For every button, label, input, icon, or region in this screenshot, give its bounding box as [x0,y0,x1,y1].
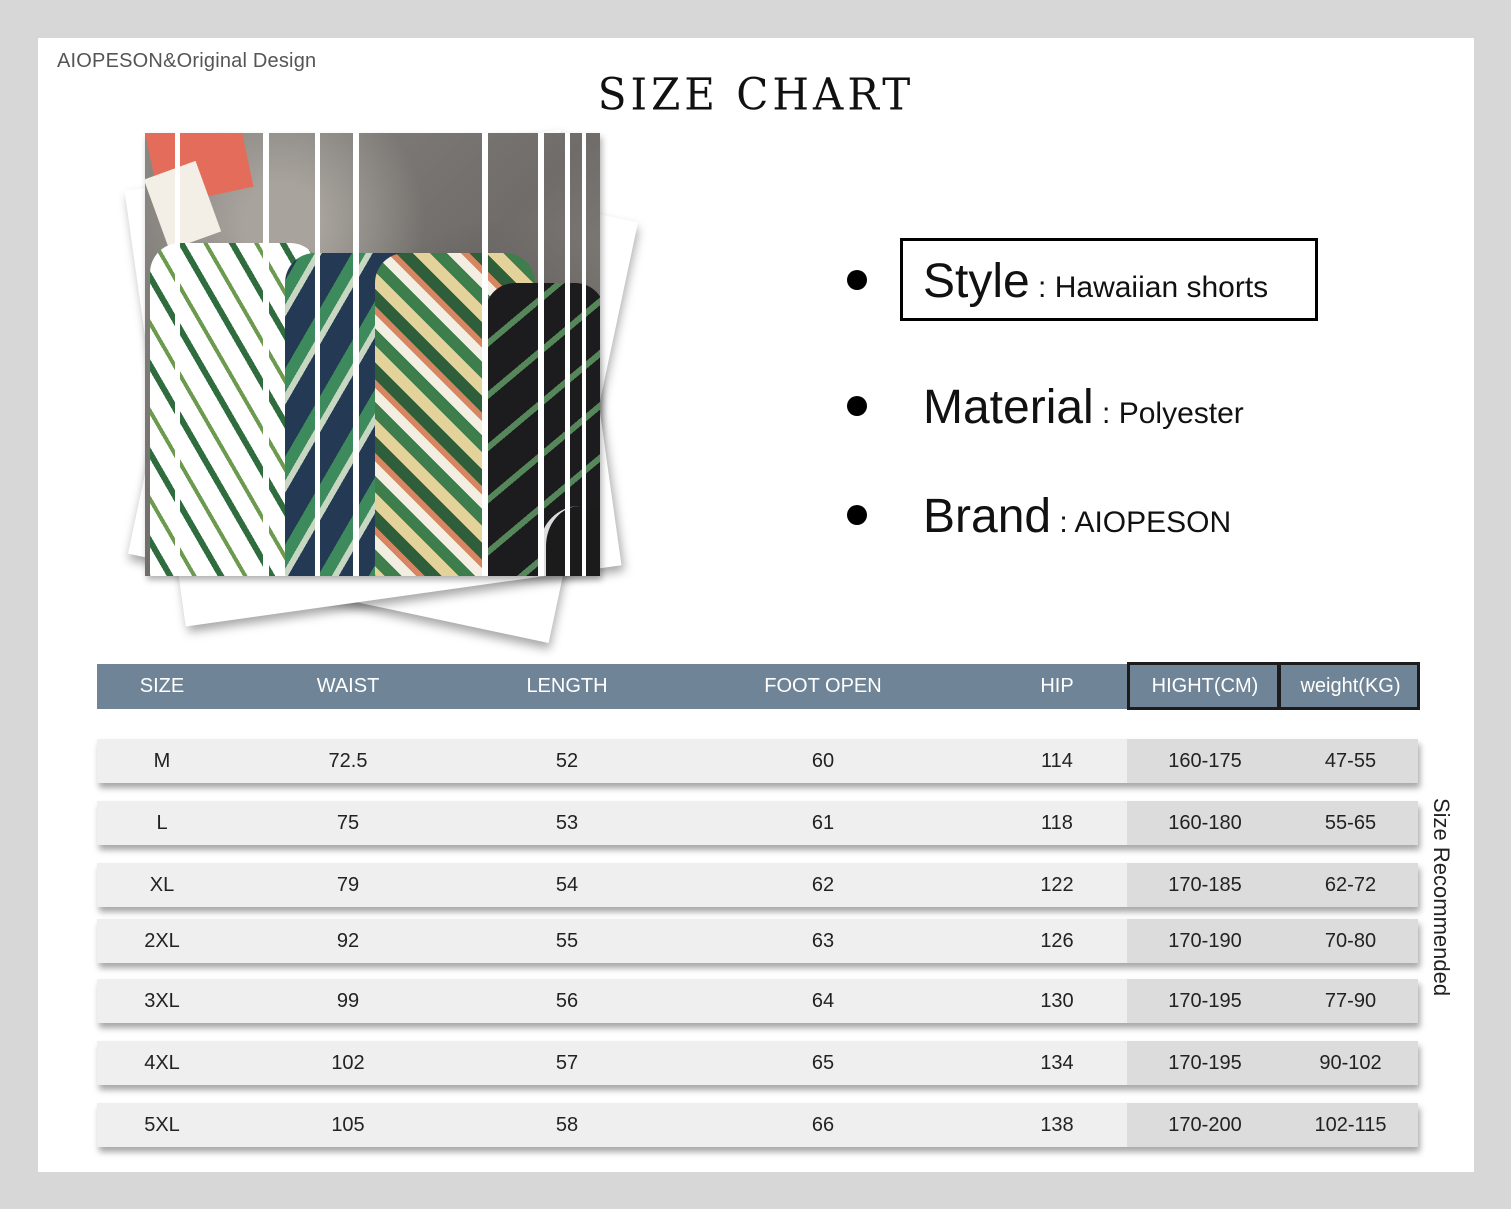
cell-foot-open: 62 [811,874,835,896]
spec-material-value: Polyester [1118,397,1244,430]
table-row: XL 79 54 62 122 170-185 62-72 [97,863,1418,907]
photo-stripe [482,133,488,576]
cell-length: 53 [555,812,579,834]
header-hip: HIP [1040,675,1074,697]
cell-hip: 122 [1040,874,1074,896]
cell-size: 2XL [144,930,180,952]
header-foot-open: FOOT OPEN [764,675,882,697]
cell-foot-open: 61 [811,812,835,834]
spec-brand-sep: : [1051,506,1075,539]
cell-hight: 160-180 [1168,812,1242,834]
cell-weight: 55-65 [1324,812,1377,834]
cell-hight: 170-195 [1168,1052,1242,1074]
cell-waist: 75 [336,812,360,834]
cell-hip: 134 [1040,1052,1074,1074]
spec-material-sep: : [1093,397,1119,430]
spec-brand-label: Brand [923,490,1052,543]
table-row: 3XL 99 56 64 130 170-195 77-90 [97,979,1418,1023]
cell-weight: 62-72 [1324,874,1377,896]
cell-hip: 138 [1040,1114,1074,1136]
spec-style-sep: : [1029,271,1055,304]
photo-stripe [175,133,180,576]
spec-style-label: Style [923,255,1030,308]
table-row: L 75 53 61 118 160-180 55-65 [97,801,1418,845]
bullet-icon [847,270,867,290]
cell-waist: 105 [331,1114,365,1136]
cell-hip: 126 [1040,930,1074,952]
cell-length: 56 [555,990,579,1012]
product-photo [145,133,600,576]
cell-foot-open: 64 [811,990,835,1012]
cell-waist: 102 [331,1052,365,1074]
cell-weight: 47-55 [1324,750,1377,772]
cell-hip: 114 [1041,750,1073,772]
cell-foot-open: 63 [811,930,835,952]
cell-size: 3XL [144,990,180,1012]
cell-weight: 70-80 [1324,930,1377,952]
spec-material-label: Material [923,381,1094,434]
cell-size: M [153,750,171,772]
cell-foot-open: 65 [811,1052,835,1074]
cell-length: 55 [555,930,579,952]
photo-stripe [538,133,544,576]
cell-length: 58 [555,1114,579,1136]
bullet-icon [847,396,867,416]
cell-foot-open: 66 [811,1114,835,1136]
product-photo-collage [98,129,658,653]
photo-stripe [315,133,320,576]
table-row: 5XL 105 58 66 138 170-200 102-115 [97,1103,1418,1147]
header-hight: HIGHT(CM) [1151,675,1259,697]
cell-foot-open: 60 [811,750,835,772]
spec-brand-value: AIOPESON [1074,506,1232,539]
table-row: M 72.5 52 60 114 160-175 47-55 [97,739,1418,783]
cell-length: 52 [555,750,579,772]
photo-stripe [582,133,586,576]
cell-length: 57 [555,1052,579,1074]
cell-size: XL [149,874,175,896]
cell-hight: 170-200 [1168,1114,1242,1136]
cell-size: 4XL [144,1052,180,1074]
photo-stripe [263,133,269,576]
bullet-icon [847,505,867,525]
cell-size: L [156,812,168,834]
size-chart-sheet: AIOPESON&Original Design SIZE CHART Styl… [38,38,1474,1172]
cell-waist: 99 [336,990,360,1012]
cell-hip: 130 [1040,990,1074,1012]
cell-hight: 170-195 [1168,990,1242,1012]
cell-size: 5XL [144,1114,180,1136]
cell-weight: 102-115 [1314,1114,1387,1136]
header-waist: WAIST [316,675,380,697]
cell-weight: 77-90 [1324,990,1377,1012]
cell-waist: 79 [336,874,360,896]
header-length: LENGTH [526,675,608,697]
cell-hight: 170-185 [1168,874,1242,896]
cell-weight: 90-102 [1319,1052,1382,1074]
cell-waist: 92 [336,930,360,952]
cell-hight: 160-175 [1168,750,1242,772]
page-title: SIZE CHART [597,68,915,121]
photo-stripe [565,133,570,576]
cell-length: 54 [555,874,579,896]
cell-hight: 170-190 [1168,930,1242,952]
table-row: 2XL 92 55 63 126 170-190 70-80 [97,919,1418,963]
size-recommended-note: Size Recommended [1429,798,1454,997]
cell-waist: 72.5 [328,750,368,772]
header-size: SIZE [139,675,185,697]
cell-hip: 118 [1041,812,1073,834]
table-header: SIZE WAIST LENGTH FOOT OPEN HIP HIGHT(CM… [97,662,1420,710]
table-row: 4XL 102 57 65 134 170-195 90-102 [97,1041,1418,1085]
photo-stripe [353,133,359,576]
header-weight: weight(KG) [1300,675,1401,697]
spec-style-value: Hawaiian shorts [1054,271,1269,304]
